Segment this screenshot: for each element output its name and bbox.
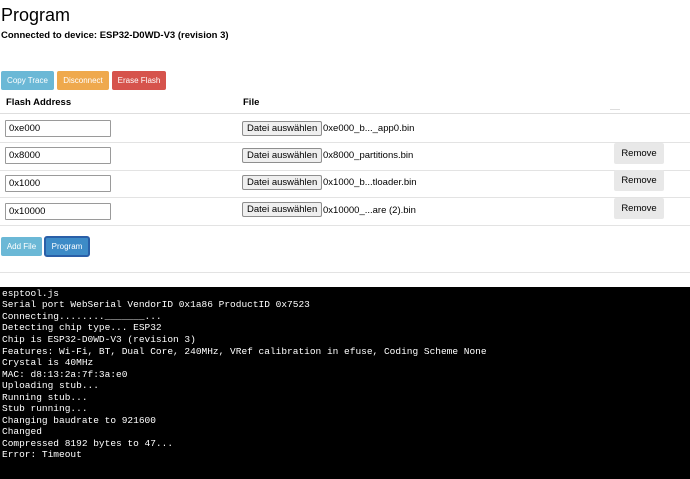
add-file-button[interactable]: Add File xyxy=(1,237,42,256)
remove-button[interactable]: Remove xyxy=(614,198,664,219)
flash-address-input[interactable] xyxy=(5,147,111,164)
file-name: 0x1000_b...tloader.bin xyxy=(323,177,417,188)
page-title: Program xyxy=(1,5,71,25)
disconnect-button[interactable]: Disconnect xyxy=(57,71,109,90)
terminal-line: Features: Wi-Fi, BT, Dual Core, 240MHz, … xyxy=(2,346,487,357)
terminal-line: Connecting........_______... xyxy=(2,311,162,322)
choose-file-button[interactable]: Datei auswählen xyxy=(242,202,323,217)
section-divider xyxy=(0,272,690,273)
row-divider xyxy=(0,225,690,226)
erase-flash-button[interactable]: Erase Flash xyxy=(112,71,166,90)
terminal-output[interactable]: esptool.js Serial port WebSerial VendorI… xyxy=(0,287,690,479)
terminal-line: esptool.js xyxy=(2,288,60,299)
terminal-line: Stub running... xyxy=(2,403,88,414)
flash-address-input[interactable] xyxy=(5,120,111,137)
flash-address-input[interactable] xyxy=(5,175,111,192)
choose-file-button[interactable]: Datei auswählen xyxy=(242,121,323,136)
terminal-line: Detecting chip type... ESP32 xyxy=(2,322,162,333)
header-divider xyxy=(0,113,690,114)
terminal-line: Error: Timeout xyxy=(2,449,82,460)
copy-trace-button[interactable]: Copy Trace xyxy=(1,71,54,90)
header-divider xyxy=(610,109,620,110)
terminal-line: Compressed 8192 bytes to 47... xyxy=(2,438,174,449)
remove-button[interactable]: Remove xyxy=(614,170,664,191)
column-header-file: File xyxy=(243,97,260,108)
terminal-line: Crystal is 40MHz xyxy=(2,357,94,368)
terminal-line: MAC: d8:13:2a:7f:3a:e0 xyxy=(2,369,128,380)
row-divider xyxy=(0,170,690,171)
program-button[interactable]: Program xyxy=(44,236,90,257)
column-header-flash-address: Flash Address xyxy=(6,97,72,108)
terminal-line: Changing baudrate to 921600 xyxy=(2,415,156,426)
terminal-line: Running stub... xyxy=(2,392,88,403)
file-name: 0xe000_b..._app0.bin xyxy=(323,123,415,134)
file-name: 0x10000_...are (2).bin xyxy=(323,205,416,216)
file-name: 0x8000_partitions.bin xyxy=(323,150,414,161)
row-divider xyxy=(0,197,690,198)
remove-button[interactable]: Remove xyxy=(614,143,664,164)
terminal-line: Chip is ESP32-D0WD-V3 (revision 3) xyxy=(2,334,196,345)
choose-file-button[interactable]: Datei auswählen xyxy=(242,175,323,190)
terminal-line: Changed xyxy=(2,426,42,437)
terminal-line: Serial port WebSerial VendorID 0x1a86 Pr… xyxy=(2,299,310,310)
row-divider xyxy=(0,142,690,143)
terminal-line: Uploading stub... xyxy=(2,380,99,391)
choose-file-button[interactable]: Datei auswählen xyxy=(242,148,323,163)
flash-address-input[interactable] xyxy=(5,203,111,220)
connection-status: Connected to device: ESP32-D0WD-V3 (revi… xyxy=(1,30,229,41)
